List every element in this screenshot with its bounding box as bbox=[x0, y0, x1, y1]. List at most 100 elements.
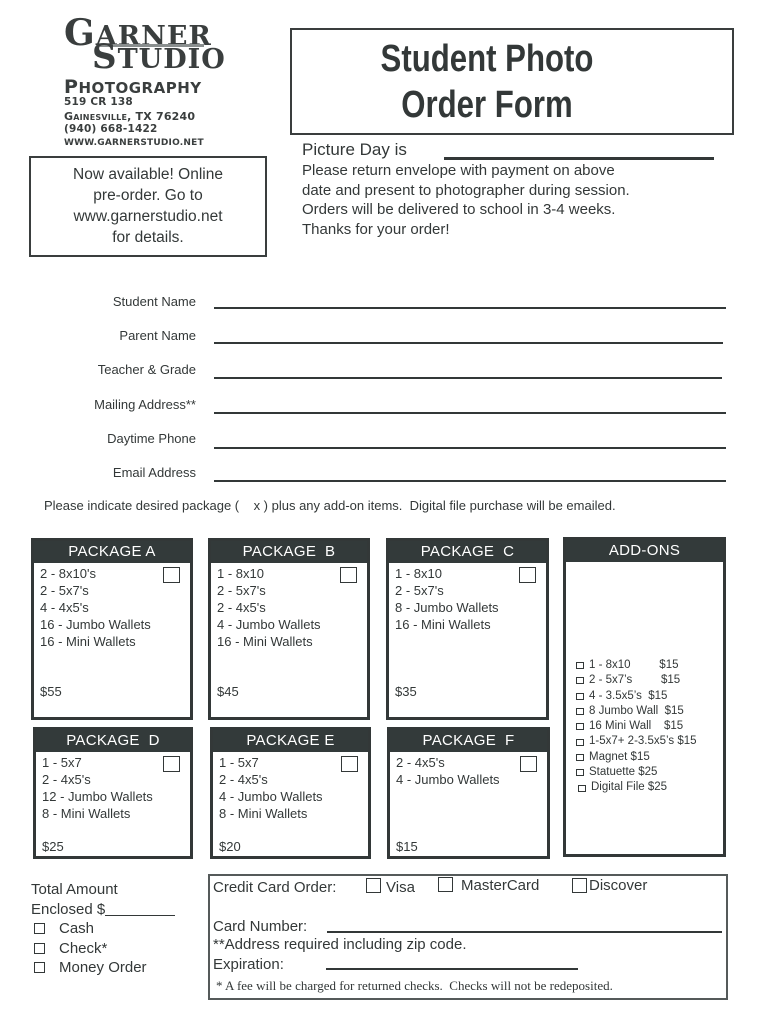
studio-city: Gainesville, TX 76240 bbox=[64, 110, 196, 123]
online-notice-link[interactable]: www.garnerstudio.net bbox=[29, 206, 267, 227]
teacher-grade-field[interactable] bbox=[214, 377, 722, 379]
expiration-label: Expiration: bbox=[213, 956, 284, 973]
teacher-grade-label: Teacher & Grade bbox=[97, 362, 196, 377]
mastercard-checkbox[interactable] bbox=[438, 877, 453, 892]
discover-checkbox[interactable] bbox=[572, 878, 587, 893]
addon-label: 4 - 3.5x5’s $15 bbox=[589, 689, 668, 702]
logo-initial-g: G bbox=[64, 12, 96, 54]
logo-photography: PHOTOGRAPHY bbox=[64, 76, 202, 98]
package-d-price: $25 bbox=[42, 839, 64, 854]
package-item: 4 - Jumbo Wallets bbox=[217, 617, 321, 632]
package-c-price: $35 bbox=[395, 684, 417, 699]
parent-name-field[interactable] bbox=[214, 342, 723, 344]
package-item: 8 - Mini Wallets bbox=[219, 806, 308, 821]
payment-option-label: Check* bbox=[59, 939, 108, 957]
payment-option-check[interactable]: Check* bbox=[31, 939, 175, 959]
payment-option-label: Cash bbox=[59, 920, 95, 937]
checkbox-icon[interactable] bbox=[576, 677, 584, 685]
addon-item[interactable]: 1 - 8x10 $15 bbox=[576, 658, 697, 673]
credit-card-label: Credit Card Order: bbox=[213, 879, 337, 896]
studio-phone: (940) 668-1422 bbox=[64, 123, 158, 135]
package-item: 2 - 4x5's bbox=[219, 772, 268, 787]
title-line-1: Student Photo bbox=[380, 38, 594, 80]
checkbox-icon[interactable] bbox=[576, 692, 584, 700]
addon-item[interactable]: 1-5x7+ 2-3.5x5’s $15 bbox=[576, 734, 697, 749]
payment-option-money-order[interactable]: Money Order bbox=[31, 958, 175, 978]
expiration-field[interactable] bbox=[326, 968, 578, 970]
package-e-checkbox[interactable] bbox=[341, 756, 358, 772]
total-amount-label: Total Amount bbox=[31, 881, 118, 898]
package-c: PACKAGE C 1 - 8x10 2 - 5x7's 8 - Jumbo W… bbox=[386, 538, 549, 720]
email-address-label: Email Address bbox=[112, 465, 196, 480]
student-name-label: Student Name bbox=[112, 294, 196, 309]
total-amount-field[interactable] bbox=[105, 901, 176, 916]
checkbox-icon[interactable] bbox=[576, 738, 584, 746]
addon-item[interactable]: 2 - 5x7’s $15 bbox=[576, 673, 697, 688]
discover-label: Discover bbox=[589, 877, 648, 894]
package-item: 2 - 5x7's bbox=[40, 583, 89, 598]
package-item: 8 - Mini Wallets bbox=[42, 806, 131, 821]
checkbox-icon[interactable] bbox=[578, 784, 586, 792]
package-item: 2 - 5x7's bbox=[395, 583, 444, 598]
addon-item[interactable]: Magnet $15 bbox=[576, 750, 697, 765]
package-c-checkbox[interactable] bbox=[519, 567, 536, 583]
addon-item[interactable]: 4 - 3.5x5’s $15 bbox=[576, 689, 697, 704]
checkbox-icon[interactable] bbox=[34, 962, 45, 974]
visa-checkbox[interactable] bbox=[366, 878, 381, 893]
instruction-line: Thanks for your order! bbox=[302, 220, 450, 238]
checkbox-icon[interactable] bbox=[576, 753, 584, 761]
checkbox-icon[interactable] bbox=[576, 723, 584, 731]
package-f-price: $15 bbox=[396, 839, 418, 854]
package-item: 12 - Jumbo Wallets bbox=[42, 789, 153, 804]
daytime-phone-field[interactable] bbox=[214, 447, 726, 449]
package-item: 16 - Mini Wallets bbox=[217, 634, 313, 649]
package-instruction: Please indicate desired package ( x ) pl… bbox=[44, 498, 616, 513]
addon-item[interactable]: 8 Jumbo Wall $15 bbox=[576, 704, 697, 719]
email-address-field[interactable] bbox=[214, 480, 726, 482]
logo-initial-s: S bbox=[92, 37, 118, 77]
card-number-field[interactable] bbox=[327, 931, 722, 933]
payment-option-cash[interactable]: Cash bbox=[31, 919, 175, 939]
addon-item[interactable]: Digital File $25 bbox=[578, 780, 697, 795]
payment-section: Total Amount Enclosed $ Cash Check* Mone… bbox=[31, 880, 176, 978]
address-note: **Address required including zip code. bbox=[213, 936, 467, 953]
studio-website: www.garnerstudio.net bbox=[64, 138, 204, 148]
mastercard-label: MasterCard bbox=[461, 877, 540, 894]
package-item: 2 - 5x7's bbox=[217, 583, 266, 598]
addons-title: ADD-ONS bbox=[566, 540, 723, 562]
package-a-price: $55 bbox=[40, 684, 62, 699]
total-enclosed-row: Enclosed $ bbox=[31, 900, 176, 920]
package-d-title: PACKAGE D bbox=[36, 730, 190, 752]
package-e-title: PACKAGE E bbox=[213, 730, 368, 752]
addon-label: 16 Mini Wall $15 bbox=[589, 720, 684, 733]
mailing-address-field[interactable] bbox=[214, 412, 726, 414]
package-f-checkbox[interactable] bbox=[520, 756, 537, 772]
picture-day-field[interactable] bbox=[444, 157, 714, 160]
total-enclosed-label: Enclosed $ bbox=[31, 900, 106, 918]
addon-label: 1 - 8x10 $15 bbox=[589, 659, 679, 671]
checkbox-icon[interactable] bbox=[576, 708, 584, 716]
checkbox-icon[interactable] bbox=[576, 662, 584, 670]
package-b: PACKAGE B 1 - 8x10 2 - 5x7's 2 - 4x5's 4… bbox=[208, 538, 370, 720]
checkbox-icon[interactable] bbox=[576, 769, 584, 777]
package-d-checkbox[interactable] bbox=[163, 756, 180, 772]
addons-list: 1 - 8x10 $15 2 - 5x7’s $15 4 - 3.5x5’s $… bbox=[576, 658, 697, 796]
package-a: PACKAGE A 2 - 8x10's 2 - 5x7's 4 - 4x5's… bbox=[31, 538, 193, 720]
package-e: PACKAGE E 1 - 5x7 2 - 4x5's 4 - Jumbo Wa… bbox=[210, 727, 371, 859]
package-b-checkbox[interactable] bbox=[340, 567, 357, 583]
addon-item[interactable]: 16 Mini Wall $15 bbox=[576, 719, 697, 734]
checkbox-icon[interactable] bbox=[34, 942, 45, 954]
student-name-field[interactable] bbox=[214, 307, 726, 309]
addon-label: Magnet $15 bbox=[589, 750, 650, 763]
payment-option-label: Money Order bbox=[59, 959, 147, 976]
package-d: PACKAGE D 1 - 5x7 2 - 4x5's 12 - Jumbo W… bbox=[33, 727, 193, 859]
returned-check-fee-note: * A fee will be charged for returned che… bbox=[216, 978, 613, 993]
package-item: 4 - 4x5's bbox=[40, 600, 89, 615]
addon-item[interactable]: Statuette $25 bbox=[576, 765, 697, 780]
package-c-title: PACKAGE C bbox=[389, 541, 546, 563]
addon-label: Digital File $25 bbox=[591, 781, 668, 794]
package-a-checkbox[interactable] bbox=[163, 567, 180, 583]
logo-initial-p: P bbox=[64, 76, 79, 98]
checkbox-icon[interactable] bbox=[34, 923, 45, 935]
visa-label: Visa bbox=[386, 879, 415, 896]
